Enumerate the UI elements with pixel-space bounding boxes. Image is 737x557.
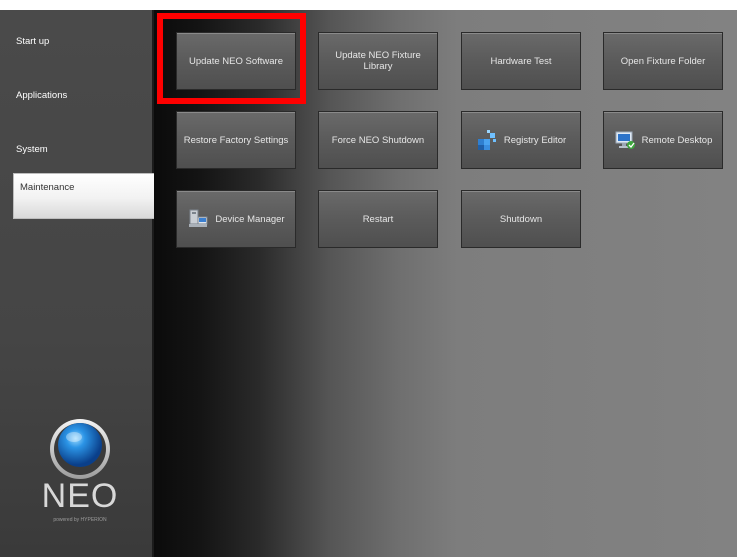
- hardware-test-button[interactable]: Hardware Test: [461, 32, 581, 90]
- button-label: Registry Editor: [503, 134, 567, 146]
- restart-button[interactable]: Restart: [318, 190, 438, 248]
- button-label: Restart: [362, 213, 394, 225]
- restore-factory-settings-button[interactable]: Restore Factory Settings: [176, 111, 296, 169]
- sidebar: Start up Applications System Maintenance: [0, 10, 154, 557]
- sidebar-item-label: Maintenance: [20, 182, 75, 193]
- sidebar-item-label: Applications: [16, 90, 68, 101]
- top-border: [0, 0, 737, 10]
- shutdown-button[interactable]: Shutdown: [461, 190, 581, 248]
- sidebar-item-maintenance[interactable]: Maintenance: [13, 173, 154, 219]
- button-label: Update NEO Fixture Library: [335, 50, 421, 72]
- button-label: Force NEO Shutdown: [331, 134, 425, 146]
- neo-orb-icon: [50, 419, 110, 479]
- force-neo-shutdown-button[interactable]: Force NEO Shutdown: [318, 111, 438, 169]
- button-label: Hardware Test: [490, 55, 552, 67]
- registry-editor-icon: [477, 130, 496, 150]
- button-label: Shutdown: [499, 213, 543, 225]
- neo-logo: NEO powered by HYPERION: [38, 415, 122, 525]
- button-label: Remote Desktop: [641, 134, 713, 146]
- device-manager-icon: [189, 209, 208, 227]
- sidebar-item-applications[interactable]: Applications: [10, 82, 154, 128]
- open-fixture-folder-button[interactable]: Open Fixture Folder: [603, 32, 723, 90]
- remote-desktop-button[interactable]: Remote Desktop: [603, 111, 723, 169]
- update-neo-fixture-library-button[interactable]: Update NEO Fixture Library: [318, 32, 438, 90]
- logo-subtext: powered by HYPERION: [53, 517, 107, 523]
- sidebar-item-label: System: [16, 144, 48, 155]
- sidebar-item-start-up[interactable]: Start up: [10, 28, 154, 74]
- highlight-box: [157, 13, 306, 104]
- button-label: Device Manager: [215, 213, 285, 225]
- sidebar-item-label: Start up: [16, 36, 50, 47]
- button-label: Open Fixture Folder: [620, 55, 706, 67]
- registry-editor-button[interactable]: Registry Editor: [461, 111, 581, 169]
- button-label: Restore Factory Settings: [183, 134, 289, 146]
- device-manager-button[interactable]: Device Manager: [176, 190, 296, 248]
- logo-text: NEO: [41, 477, 119, 515]
- remote-desktop-icon: [615, 131, 635, 149]
